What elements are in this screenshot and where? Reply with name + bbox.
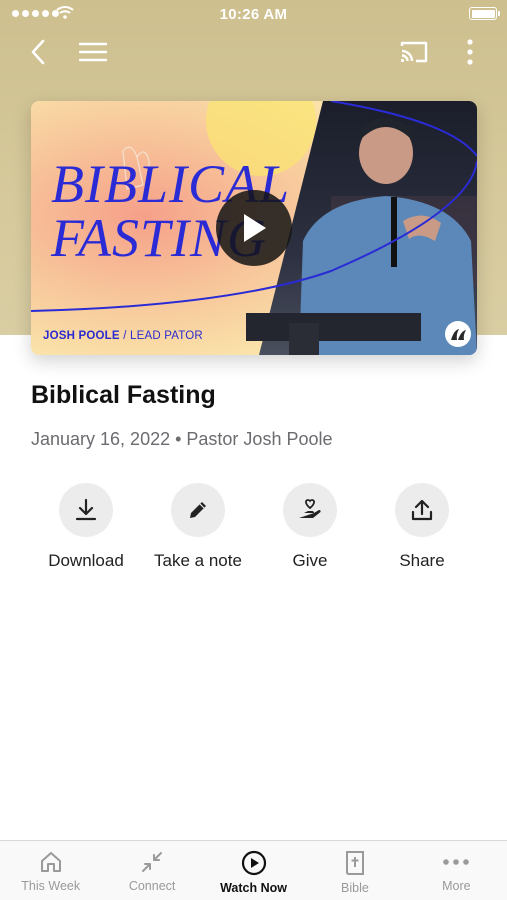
tab-more[interactable]: More xyxy=(406,841,507,900)
download-icon xyxy=(75,498,97,521)
tab-connect-label: Connect xyxy=(128,879,176,893)
tab-bible-label: Bible xyxy=(341,881,369,895)
speaker-name: JOSH POOLE xyxy=(43,330,120,342)
give-icon xyxy=(299,499,321,518)
status-time: 10:26 AM xyxy=(219,6,288,23)
play-button[interactable] xyxy=(216,190,292,266)
give-label: Give xyxy=(292,551,328,570)
speaker-role: LEAD PATOR xyxy=(130,330,203,342)
take-a-note-button[interactable]: Take a note xyxy=(142,483,254,571)
more-options-button[interactable] xyxy=(452,34,488,70)
download-circle xyxy=(59,483,113,537)
give-circle xyxy=(283,483,337,537)
tab-bar: This Week Connect Watch Now Bible More xyxy=(0,840,507,900)
back-button[interactable] xyxy=(20,34,56,70)
battery-icon xyxy=(469,7,500,20)
tab-bible[interactable]: Bible xyxy=(304,841,405,900)
chevron-left-icon xyxy=(31,39,45,65)
tab-this-week[interactable]: This Week xyxy=(0,841,101,900)
bible-icon xyxy=(345,851,364,875)
vertical-dots-icon xyxy=(467,39,473,65)
note-circle xyxy=(171,483,225,537)
cast-button[interactable] xyxy=(396,34,432,70)
hamburger-icon xyxy=(79,42,107,62)
status-bar: 10:26 AM xyxy=(0,0,507,28)
menu-button[interactable] xyxy=(75,34,111,70)
take-a-note-label: Take a note xyxy=(154,551,242,570)
video-player[interactable]: BIBLICAL FASTING JOSH POOLE / LEAD PATOR xyxy=(31,101,477,355)
church-logo-icon xyxy=(445,321,471,347)
tab-watch-now[interactable]: Watch Now xyxy=(203,841,304,900)
pencil-icon xyxy=(190,502,206,518)
more-dots-icon xyxy=(443,859,470,865)
download-label: Download xyxy=(48,551,124,570)
download-button[interactable]: Download xyxy=(30,483,142,571)
tab-more-label: More xyxy=(442,879,471,893)
cast-icon xyxy=(400,41,428,63)
sermon-meta: January 16, 2022 • Pastor Josh Poole xyxy=(31,429,333,449)
play-circle-icon xyxy=(241,850,266,876)
give-button[interactable]: Give xyxy=(254,483,366,571)
share-circle xyxy=(395,483,449,537)
play-icon xyxy=(244,214,266,242)
credit-separator: / xyxy=(123,330,127,342)
tab-watch-now-label: Watch Now xyxy=(220,881,287,895)
share-icon xyxy=(411,499,433,521)
home-icon xyxy=(40,852,61,872)
tab-this-week-label: This Week xyxy=(21,879,81,893)
share-button[interactable]: Share xyxy=(366,483,478,571)
sermon-title: Biblical Fasting xyxy=(31,381,216,409)
tab-connect[interactable]: Connect xyxy=(101,841,202,900)
share-label: Share xyxy=(399,551,445,570)
connect-icon xyxy=(142,852,163,872)
thumbnail-credit: JOSH POOLE / LEAD PATOR xyxy=(43,330,203,342)
